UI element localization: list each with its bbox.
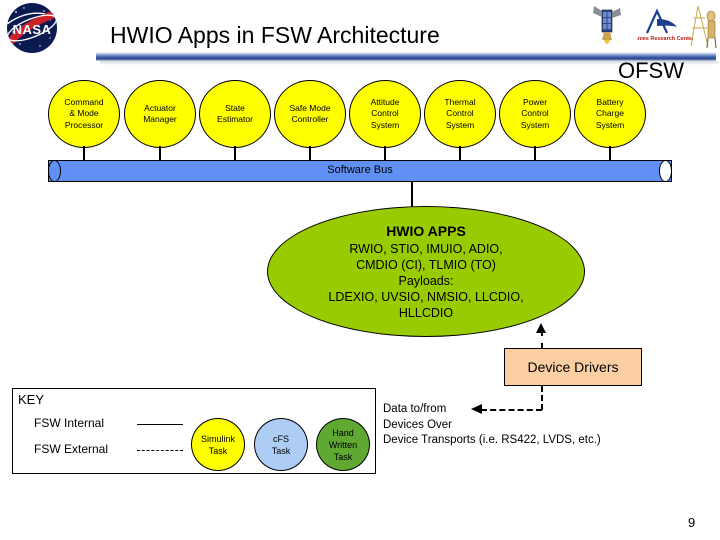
bus-to-hwio-connector (411, 182, 413, 208)
app-circle-label-line: Processor (64, 119, 104, 130)
key-hand-written-task-circle: Hand Written Task (316, 418, 370, 471)
page-title: HWIO Apps in FSW Architecture (110, 22, 440, 48)
app-circle-label-line: System (445, 119, 475, 130)
app-circle-label-line: Battery (596, 96, 624, 107)
device-data-line: Devices Over (383, 418, 453, 431)
device-drivers-upper-dashed-line (541, 330, 543, 349)
app-circle-label-line: & Mode (69, 108, 99, 119)
nasa-logo: NASA (4, 2, 72, 54)
hwio-apps-line: HLLCDIO (398, 305, 454, 320)
app-circle-label-line: Control (521, 108, 549, 119)
app-circle-power-control-system: Power Control System (499, 80, 571, 148)
key-circle-label-line: Task (208, 445, 228, 456)
key-title: KEY (18, 392, 45, 407)
app-circle-safe-mode-controller: Safe Mode Controller (274, 80, 346, 148)
app-circle-label-line: Control (446, 108, 474, 119)
app-circle-battery-charge-system: Battery Charge System (574, 80, 646, 148)
svg-text:NASA: NASA (13, 22, 52, 37)
key-circle-label-line: Task (333, 451, 353, 462)
app-circle-thermal-control-system: Thermal Control System (424, 80, 496, 148)
app-circle-label-line: Attitude (370, 96, 400, 107)
app-circle-state-estimator: State Estimator (199, 80, 271, 148)
device-drivers-box: Device Drivers (504, 348, 642, 386)
key-fsw-external-label: FSW External (34, 442, 109, 456)
app-circle-actuator-manager: Actuator Manager (124, 80, 196, 148)
app-circle-attitude-control-system: Attitude Control System (349, 80, 421, 148)
hwio-apps-title: HWIO APPS (386, 222, 466, 239)
page-number: 9 (688, 515, 696, 530)
app-circle-label-line: System (595, 119, 625, 130)
app-circle-label-line: Estimator (217, 114, 253, 124)
key-circle-label-line: Simulink (200, 433, 235, 444)
app-circle-label-line: System (520, 119, 550, 130)
app-circle-label-line: Safe Mode (289, 102, 331, 113)
tower-illustration (688, 2, 720, 50)
software-bus-label: Software Bus (327, 164, 393, 176)
app-circle-label-line: Control (371, 108, 399, 119)
ofsw-label: OFSW (618, 58, 684, 83)
key-circle-label-line: Task (271, 445, 291, 456)
key-circle-label-line: cFS (272, 433, 289, 444)
app-circle-command-mode-processor: Command & Mode Processor (48, 80, 120, 148)
device-data-line: Device Transports (i.e. RS422, LVDS, etc… (383, 434, 601, 446)
device-data-description: Data to/from Devices Over Device Transport… (383, 402, 601, 449)
hwio-apps-line: CMDIO (CI), TLMIO (TO) (356, 257, 496, 272)
hwio-apps-line: LDEXIO, UVSIO, NMSIO, LLCDIO, (328, 289, 524, 304)
hwio-apps-line: RWIO, STIO, IMUIO, ADIO, (349, 241, 503, 256)
key-solid-line-sample (137, 424, 183, 425)
key-circle-label-line: Written (328, 439, 358, 450)
key-simulink-task-circle: Simulink Task (191, 418, 245, 471)
key-dashed-line-sample (137, 450, 183, 451)
app-circle-label-line: Actuator (144, 102, 176, 113)
hwio-apps-ellipse: HWIO APPS RWIO, STIO, IMUIO, ADIO, CMDIO … (267, 206, 585, 337)
hwio-apps-line: Payloads: (398, 273, 454, 288)
app-circle-label-line: Charge (596, 108, 624, 119)
app-circle-label-line: Power (522, 96, 548, 107)
app-circle-label-line: System (370, 119, 400, 130)
svg-text:Ames Research Center: Ames Research Center (637, 36, 693, 42)
app-circle-label-line: Thermal (444, 96, 476, 107)
ames-research-center-logo: Ames Research Center (634, 5, 695, 45)
app-circle-label-line: Manager (143, 114, 177, 124)
satellite-image (590, 2, 632, 50)
app-circle-label-line: Command (64, 96, 104, 107)
app-circle-label-line: Controller (291, 114, 329, 124)
key-cfs-task-circle: cFS Task (254, 418, 308, 471)
hwio-apps-list: RWIO, STIO, IMUIO, ADIO, CMDIO (CI), TLMI… (328, 241, 523, 321)
key-circle-label-line: Hand (332, 427, 354, 438)
key-fsw-internal-label: FSW Internal (34, 416, 105, 430)
app-circle-label-line: State (225, 102, 245, 113)
device-data-line: Data to/from (383, 403, 447, 415)
